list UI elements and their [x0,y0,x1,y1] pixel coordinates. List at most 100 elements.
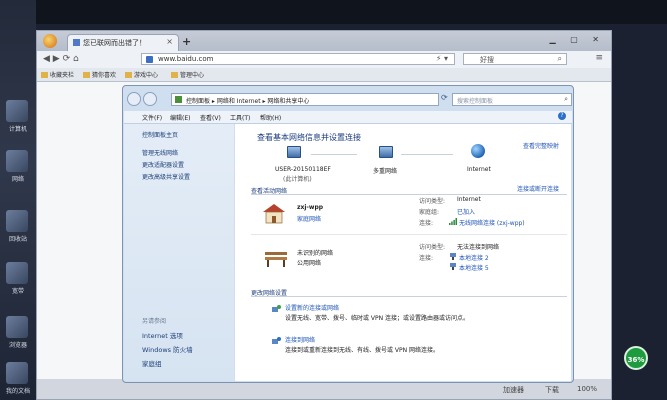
favorites-bar: 收藏夹栏 猜你喜欢 游戏中心 管理中心 [37,68,611,82]
network-2-name: 未识别的网络 [297,250,334,257]
desktop-icon-broadband[interactable] [6,262,28,284]
desktop-icon-label: 我的文档 [5,388,30,395]
home-network-icon [263,204,285,224]
net2-access-label: 访问类型: [419,244,446,251]
search-icon[interactable]: ⌕ [564,95,568,104]
desktop-icon-browser[interactable] [6,316,28,338]
computer-name: USER-20150118EF [275,166,331,173]
desktop-icon-label: 回收站 [8,236,27,243]
connect-network-icon [272,337,281,344]
see-also-internet-options[interactable]: Internet 选项 [142,330,183,340]
net1-connection-link[interactable]: 无线网络连接 (zxj-wpp) [459,218,525,227]
new-connection-icon [272,305,281,312]
desktop-icon-computer[interactable] [6,100,28,122]
net2-connection-link-b[interactable]: 本地连接 5 [459,263,489,272]
desktop-icon-recycle-bin[interactable] [6,210,28,232]
sidebar-link-advanced-sharing[interactable]: 更改高级共享设置 [142,172,190,181]
new-tab-button[interactable]: + [182,35,191,48]
browser-back-icon[interactable]: ◀ ▶ ⟳ ⌂ [43,54,79,64]
net2-connection-link-a[interactable]: 本地连接 2 [459,253,489,262]
lan-icon [450,263,456,270]
desktop-icon-label: 网络 [11,176,24,183]
menu-tools[interactable]: 工具(T) [230,113,250,122]
battery-percent-badge[interactable]: 36% [624,346,648,370]
sidebar-link-manage-wireless[interactable]: 管理无线网络 [142,148,178,157]
multi-network-label: 多重网络 [373,168,398,175]
folder-icon [171,72,178,78]
lightning-icon[interactable]: ⚡ ▾ [436,54,448,63]
net1-access-value: Internet [457,196,481,203]
wireless-signal-icon [449,218,457,225]
desktop-icon-label: 宽带 [11,288,24,295]
desktop-icon-network[interactable] [6,150,28,172]
connect-to-network-link[interactable]: 连接到网络 [285,335,315,344]
computer-sublabel: (此计算机) [283,176,312,183]
browser-window-controls[interactable]: ▁ ▢ ✕ [550,35,606,44]
folder-icon [83,72,90,78]
net1-access-label: 访问类型: [419,198,446,205]
desktop-left-strip: 计算机 网络 回收站 宽带 浏览器 我的文档 [0,0,36,400]
status-accelerator[interactable]: 加速器 [503,385,524,395]
browser-menu-icon[interactable]: ≡ [595,53,603,63]
address-bar[interactable]: www.baidu.com ⚡ ▾ [141,53,455,65]
favorites-item[interactable]: 猜你喜欢 [83,70,116,79]
network-1-name: zxj-wpp [297,204,324,211]
desktop-icon-label: 浏览器 [8,342,27,349]
net1-homegroup-label: 家庭组: [419,209,440,216]
desktop-top-bar [0,0,667,24]
see-also-windows-firewall[interactable]: Windows 防火墙 [142,344,193,354]
desktop-icon-documents[interactable] [6,362,28,384]
favorites-item[interactable]: 游戏中心 [125,70,158,79]
sidebar-link-control-panel-home[interactable]: 控制面板主页 [142,130,178,139]
desktop-icon-label: 计算机 [8,126,27,133]
menu-file[interactable]: 文件(F) [142,113,162,122]
task-sidebar: 控制面板主页 管理无线网络 更改适配器设置 更改高级共享设置 另请参阅 Inte… [124,124,234,381]
internet-label: Internet [467,166,491,173]
browser-logo-icon[interactable] [43,34,57,48]
favorites-item[interactable]: 管理中心 [171,70,204,79]
breadcrumb[interactable]: 控制面板 ▸ 网络和 Internet ▸ 网络和共享中心 [171,93,439,106]
refresh-icon[interactable]: ⟳ [441,93,448,102]
browser-search-box[interactable]: 好搜 ⌕ [463,53,567,65]
browser-toolbar: ◀ ▶ ⟳ ⌂ www.baidu.com ⚡ ▾ 好搜 ⌕ ≡ [37,51,611,68]
see-also-homegroup[interactable]: 家庭组 [142,358,162,368]
tab-close-icon[interactable]: × [166,37,173,46]
menu-edit[interactable]: 编辑(E) [170,113,190,122]
site-shield-icon [146,56,153,63]
search-placeholder: 搜索控制面板 [457,98,494,105]
section-divider [251,194,567,195]
forward-button[interactable] [143,92,157,106]
connect-to-network-desc: 连接到或重新连接到无线、有线、拨号或 VPN 网络连接。 [285,347,440,354]
tab-title: 您已联网而出错了！ [83,39,146,47]
network-divider [251,234,567,235]
search-icon[interactable]: ⌕ [558,54,562,64]
status-zoom[interactable]: 100% [577,385,597,393]
view-full-map-link[interactable]: 查看完整映射 [523,141,559,150]
network-1-type-link[interactable]: 家庭网络 [297,214,321,223]
star-icon [41,72,48,78]
menu-view[interactable]: 查看(V) [200,113,221,122]
favorites-item[interactable]: 收藏夹栏 [41,70,74,79]
public-network-icon [265,252,287,267]
multi-network-icon [379,146,393,158]
see-also-heading: 另请参阅 [142,318,167,325]
sidebar-link-adapter-settings[interactable]: 更改适配器设置 [142,160,184,169]
lan-icon [450,253,456,260]
map-connector [401,154,453,155]
control-panel-icon [175,96,182,103]
browser-tab[interactable]: 您已联网而出错了！ × [67,34,179,51]
main-panel: 查看基本网络信息并设置连接 查看完整映射 USER-20150118EF (此计… [235,124,571,381]
status-download[interactable]: 下载 [545,385,559,395]
net1-homegroup-link[interactable]: 已加入 [457,207,475,216]
net1-connection-label: 连接: [419,220,434,227]
breadcrumb-text: 控制面板 ▸ 网络和 Internet ▸ 网络和共享中心 [186,98,310,105]
setup-connection-link[interactable]: 设置新的连接或网络 [285,303,339,312]
section-divider [251,296,567,297]
connect-disconnect-link[interactable]: 连接或断开连接 [517,184,559,193]
page-title: 查看基本网络信息并设置连接 [257,133,361,142]
browser-tab-bar: 您已联网而出错了！ × + ▁ ▢ ✕ [37,31,611,51]
help-icon[interactable]: ? [558,112,566,120]
control-panel-search[interactable]: 搜索控制面板 ⌕ [452,93,572,106]
menu-help[interactable]: 帮助(H) [260,113,281,122]
back-button[interactable] [127,92,141,106]
